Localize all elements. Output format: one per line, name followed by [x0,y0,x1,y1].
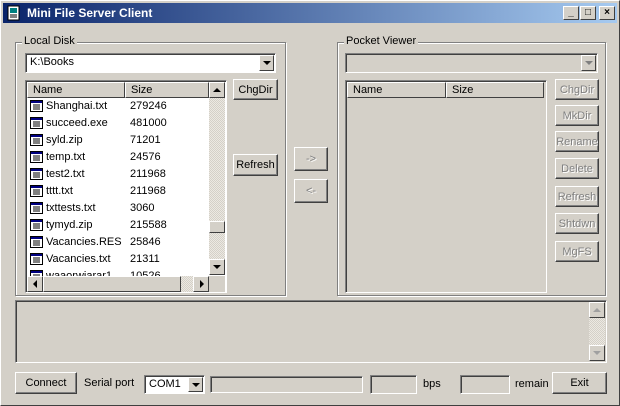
local-list-horizontal-thumb[interactable] [43,276,181,292]
file-name: Shanghai.txt [46,100,108,112]
maximize-button[interactable]: □ [580,6,596,20]
table-row[interactable]: Vacancies.txt 21311 [27,251,207,268]
file-name: tymyd.zip [46,219,93,231]
pocket-path-combo[interactable] [345,53,598,73]
pocket-path-dropdown-icon[interactable] [581,55,596,71]
file-icon [30,253,43,265]
scroll-down-icon[interactable] [209,259,225,275]
file-name: succeed.exe [46,117,108,129]
file-icon [30,219,43,231]
column-header-size[interactable]: Size [446,82,544,98]
bps-readout [370,375,417,394]
column-header-name[interactable]: Name [27,82,125,98]
file-icon [30,151,43,163]
local-file-rows: Shanghai.txt 279246 succeed.exe 481000 s… [27,98,209,276]
pocket-delete-button[interactable]: Delete [555,158,599,179]
pocket-mgfs-button[interactable]: MgFS [555,241,599,262]
serial-port-value: COM1 [149,378,181,390]
bps-label: bps [423,378,441,390]
local-file-list[interactable]: Name Size Shanghai.txt 279246 succeed.ex… [25,80,227,293]
file-size: 25846 [130,236,161,248]
log-scroll-up-icon[interactable] [589,302,605,318]
file-size: 215588 [130,219,167,231]
table-row[interactable]: syld.zip 71201 [27,132,207,149]
local-path-value: K:\Books [30,56,75,68]
serial-port-dropdown-icon[interactable] [188,377,203,392]
table-row[interactable]: tymyd.zip 215588 [27,217,207,234]
file-name: temp.txt [46,151,86,163]
pocket-mkdir-button[interactable]: MkDir [555,105,599,126]
pocket-refresh-button[interactable]: Refresh [555,186,599,207]
close-button[interactable]: × [599,6,615,20]
file-size: 481000 [130,117,167,129]
scroll-right-icon[interactable] [193,276,209,292]
minimize-button[interactable]: _ [563,6,579,20]
exit-button[interactable]: Exit [552,372,607,394]
file-icon [30,185,43,197]
table-row[interactable]: tttt.txt 211968 [27,183,207,200]
file-size: 211968 [130,185,166,197]
log-text-area[interactable] [15,300,607,363]
table-row[interactable]: waaorwiarar1 10526 [27,268,207,276]
file-icon [30,117,43,129]
file-size: 211968 [130,168,166,180]
file-size: 71201 [130,134,161,146]
serial-port-select[interactable]: COM1 [144,375,205,394]
pocket-rename-button[interactable]: Rename [555,131,599,152]
transfer-progress-bar [210,376,363,393]
file-name: tttt.txt [46,185,73,197]
download-to-local-button[interactable]: <- [294,179,328,203]
column-header-name[interactable]: Name [347,82,446,98]
window-title: Mini File Server Client [27,6,153,20]
table-row[interactable]: Shanghai.txt 279246 [27,98,207,115]
file-name: Vacancies.RES [46,236,122,248]
table-row[interactable]: txttests.txt 3060 [27,200,207,217]
file-name: Vacancies.txt [46,253,111,265]
local-refresh-button[interactable]: Refresh [233,154,278,176]
file-icon [30,134,43,146]
file-size: 24576 [130,151,161,163]
pocket-shutdown-button[interactable]: Shtdwn [555,213,599,234]
serial-port-label: Serial port [84,377,135,389]
upload-to-pocket-button[interactable]: -> [294,147,328,171]
table-row[interactable]: Vacancies.RES 25846 [27,234,207,251]
file-icon [30,168,43,180]
log-scroll-down-icon[interactable] [589,345,605,361]
local-list-vertical-thumb[interactable] [209,221,225,233]
connect-button[interactable]: Connect [15,372,77,394]
scroll-left-icon[interactable] [27,276,43,292]
file-icon [30,100,43,112]
local-chgdir-button[interactable]: ChgDir [233,79,278,100]
file-name: test2.txt [46,168,85,180]
local-disk-label: Local Disk [22,35,77,47]
pocket-file-list[interactable]: Name Size [345,80,547,293]
main-window: Mini File Server Client _ □ × Local Disk… [0,0,620,406]
file-name: syld.zip [46,134,83,146]
remain-label: remain [515,378,549,390]
file-icon [30,236,43,248]
file-size: 279246 [130,100,167,112]
pocket-chgdir-button[interactable]: ChgDir [555,79,599,100]
file-name: txttests.txt [46,202,96,214]
table-row[interactable]: temp.txt 24576 [27,149,207,166]
file-size: 21311 [130,253,160,265]
table-row[interactable]: succeed.exe 481000 [27,115,207,132]
pocket-viewer-label: Pocket Viewer [344,35,419,47]
title-bar[interactable]: Mini File Server Client _ □ × [3,3,617,23]
local-list-vertical-scrollbar[interactable] [209,82,225,275]
scrollbar-corner [209,276,225,292]
scroll-up-icon[interactable] [209,82,225,98]
app-icon [7,5,20,21]
local-path-combo[interactable]: K:\Books [25,53,276,73]
local-path-dropdown-icon[interactable] [259,55,274,71]
table-row[interactable]: test2.txt 211968 [27,166,207,183]
file-icon [30,202,43,214]
remain-readout [460,375,510,394]
file-size: 3060 [130,202,155,214]
column-header-size[interactable]: Size [125,82,209,98]
